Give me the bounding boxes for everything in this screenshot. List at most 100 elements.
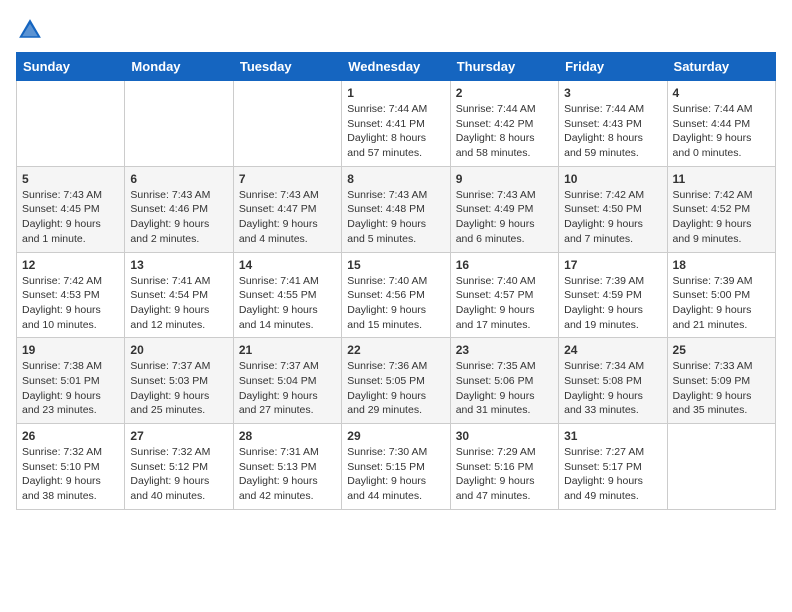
day-cell: 14Sunrise: 7:41 AMSunset: 4:55 PMDayligh… (233, 252, 341, 338)
day-number: 11 (673, 172, 770, 186)
day-number: 20 (130, 343, 227, 357)
day-number: 18 (673, 258, 770, 272)
day-cell: 11 Sunrise: 7:42 AMSunset: 4:52 PMDayligh… (667, 166, 775, 252)
day-info: Sunrise: 7:41 AMSunset: 4:54 PMDaylight:… (130, 274, 227, 333)
day-number: 8 (347, 172, 444, 186)
calendar-table: SundayMondayTuesdayWednesdayThursdayFrid… (16, 52, 776, 510)
day-cell: 29Sunrise: 7:30 AMSunset: 5:15 PMDayligh… (342, 424, 450, 510)
day-number: 31 (564, 429, 661, 443)
day-info: Sunrise: 7:36 AMSunset: 5:05 PMDaylight:… (347, 359, 444, 418)
page-header (16, 16, 776, 44)
day-info: Sunrise: 7:41 AMSunset: 4:55 PMDaylight:… (239, 274, 336, 333)
day-number: 6 (130, 172, 227, 186)
day-number: 26 (22, 429, 119, 443)
day-cell: 7 Sunrise: 7:43 AMSunset: 4:47 PMDaylight… (233, 166, 341, 252)
day-cell (17, 81, 125, 167)
day-info: Sunrise: 7:43 AMSunset: 4:45 PMDaylight:… (22, 188, 119, 247)
day-number: 23 (456, 343, 553, 357)
day-cell: 26 Sunrise: 7:32 AMSunset: 5:10 PMDayligh… (17, 424, 125, 510)
day-number: 24 (564, 343, 661, 357)
week-row-2: 5 Sunrise: 7:43 AMSunset: 4:45 PMDaylight… (17, 166, 776, 252)
week-row-4: 19 Sunrise: 7:38 AMSunset: 5:01 PMDayligh… (17, 338, 776, 424)
day-cell: 31 Sunrise: 7:27 AMSunset: 5:17 PMDayligh… (559, 424, 667, 510)
day-cell: 12 Sunrise: 7:42 AMSunset: 4:53 PMDayligh… (17, 252, 125, 338)
day-info: Sunrise: 7:42 AMSunset: 4:50 PMDaylight:… (564, 188, 661, 247)
day-info: Sunrise: 7:43 AMSunset: 4:47 PMDaylight:… (239, 188, 336, 247)
day-cell: 28 Sunrise: 7:31 AMSunset: 5:13 PMDayligh… (233, 424, 341, 510)
day-number: 16 (456, 258, 553, 272)
weekday-sunday: Sunday (17, 53, 125, 81)
day-info: Sunrise: 7:39 AMSunset: 4:59 PMDaylight:… (564, 274, 661, 333)
day-number: 30 (456, 429, 553, 443)
day-info: Sunrise: 7:43 AMSunset: 4:49 PMDaylight:… (456, 188, 553, 247)
day-cell: 16 Sunrise: 7:40 AMSunset: 4:57 PMDayligh… (450, 252, 558, 338)
day-info: Sunrise: 7:42 AMSunset: 4:53 PMDaylight:… (22, 274, 119, 333)
day-info: Sunrise: 7:32 AMSunset: 5:12 PMDaylight:… (130, 445, 227, 504)
weekday-thursday: Thursday (450, 53, 558, 81)
day-cell: 1 Sunrise: 7:44 AMSunset: 4:41 PMDaylight… (342, 81, 450, 167)
weekday-friday: Friday (559, 53, 667, 81)
day-cell: 10 Sunrise: 7:42 AMSunset: 4:50 PMDayligh… (559, 166, 667, 252)
day-info: Sunrise: 7:40 AMSunset: 4:57 PMDaylight:… (456, 274, 553, 333)
day-number: 9 (456, 172, 553, 186)
day-info: Sunrise: 7:42 AMSunset: 4:52 PMDaylight:… (673, 188, 770, 247)
weekday-saturday: Saturday (667, 53, 775, 81)
day-cell: 8 Sunrise: 7:43 AMSunset: 4:48 PMDaylight… (342, 166, 450, 252)
day-cell: 9 Sunrise: 7:43 AMSunset: 4:49 PMDaylight… (450, 166, 558, 252)
day-number: 5 (22, 172, 119, 186)
day-number: 28 (239, 429, 336, 443)
day-info: Sunrise: 7:44 AMSunset: 4:41 PMDaylight:… (347, 102, 444, 161)
day-number: 27 (130, 429, 227, 443)
day-number: 17 (564, 258, 661, 272)
weekday-monday: Monday (125, 53, 233, 81)
day-number: 19 (22, 343, 119, 357)
day-cell: 17 Sunrise: 7:39 AMSunset: 4:59 PMDayligh… (559, 252, 667, 338)
day-info: Sunrise: 7:31 AMSunset: 5:13 PMDaylight:… (239, 445, 336, 504)
day-cell: 27 Sunrise: 7:32 AMSunset: 5:12 PMDayligh… (125, 424, 233, 510)
day-info: Sunrise: 7:35 AMSunset: 5:06 PMDaylight:… (456, 359, 553, 418)
day-cell: 30Sunrise: 7:29 AMSunset: 5:16 PMDayligh… (450, 424, 558, 510)
day-cell: 13 Sunrise: 7:41 AMSunset: 4:54 PMDayligh… (125, 252, 233, 338)
logo (16, 16, 44, 44)
day-info: Sunrise: 7:43 AMSunset: 4:48 PMDaylight:… (347, 188, 444, 247)
day-number: 15 (347, 258, 444, 272)
day-cell: 25Sunrise: 7:33 AMSunset: 5:09 PMDayligh… (667, 338, 775, 424)
day-number: 4 (673, 86, 770, 100)
weekday-header-row: SundayMondayTuesdayWednesdayThursdayFrid… (17, 53, 776, 81)
day-number: 25 (673, 343, 770, 357)
day-cell: 22Sunrise: 7:36 AMSunset: 5:05 PMDayligh… (342, 338, 450, 424)
day-number: 3 (564, 86, 661, 100)
day-cell: 18 Sunrise: 7:39 AMSunset: 5:00 PMDayligh… (667, 252, 775, 338)
day-info: Sunrise: 7:37 AMSunset: 5:03 PMDaylight:… (130, 359, 227, 418)
day-cell: 19 Sunrise: 7:38 AMSunset: 5:01 PMDayligh… (17, 338, 125, 424)
day-number: 1 (347, 86, 444, 100)
day-cell: 24 Sunrise: 7:34 AMSunset: 5:08 PMDayligh… (559, 338, 667, 424)
day-cell: 3Sunrise: 7:44 AMSunset: 4:43 PMDaylight… (559, 81, 667, 167)
day-info: Sunrise: 7:27 AMSunset: 5:17 PMDaylight:… (564, 445, 661, 504)
day-cell (233, 81, 341, 167)
day-number: 29 (347, 429, 444, 443)
day-info: Sunrise: 7:43 AMSunset: 4:46 PMDaylight:… (130, 188, 227, 247)
day-number: 2 (456, 86, 553, 100)
day-cell: 20 Sunrise: 7:37 AMSunset: 5:03 PMDayligh… (125, 338, 233, 424)
day-number: 10 (564, 172, 661, 186)
day-cell: 21Sunrise: 7:37 AMSunset: 5:04 PMDayligh… (233, 338, 341, 424)
day-cell (125, 81, 233, 167)
day-cell: 4 Sunrise: 7:44 AMSunset: 4:44 PMDaylight… (667, 81, 775, 167)
week-row-5: 26 Sunrise: 7:32 AMSunset: 5:10 PMDayligh… (17, 424, 776, 510)
week-row-3: 12 Sunrise: 7:42 AMSunset: 4:53 PMDayligh… (17, 252, 776, 338)
day-number: 7 (239, 172, 336, 186)
day-cell: 15Sunrise: 7:40 AMSunset: 4:56 PMDayligh… (342, 252, 450, 338)
day-cell: 5 Sunrise: 7:43 AMSunset: 4:45 PMDaylight… (17, 166, 125, 252)
day-number: 12 (22, 258, 119, 272)
day-number: 13 (130, 258, 227, 272)
day-info: Sunrise: 7:32 AMSunset: 5:10 PMDaylight:… (22, 445, 119, 504)
day-info: Sunrise: 7:44 AMSunset: 4:42 PMDaylight:… (456, 102, 553, 161)
calendar-body: 1 Sunrise: 7:44 AMSunset: 4:41 PMDaylight… (17, 81, 776, 510)
day-number: 21 (239, 343, 336, 357)
day-info: Sunrise: 7:39 AMSunset: 5:00 PMDaylight:… (673, 274, 770, 333)
logo-icon (16, 16, 44, 44)
day-info: Sunrise: 7:38 AMSunset: 5:01 PMDaylight:… (22, 359, 119, 418)
day-info: Sunrise: 7:34 AMSunset: 5:08 PMDaylight:… (564, 359, 661, 418)
day-info: Sunrise: 7:44 AMSunset: 4:44 PMDaylight:… (673, 102, 770, 161)
